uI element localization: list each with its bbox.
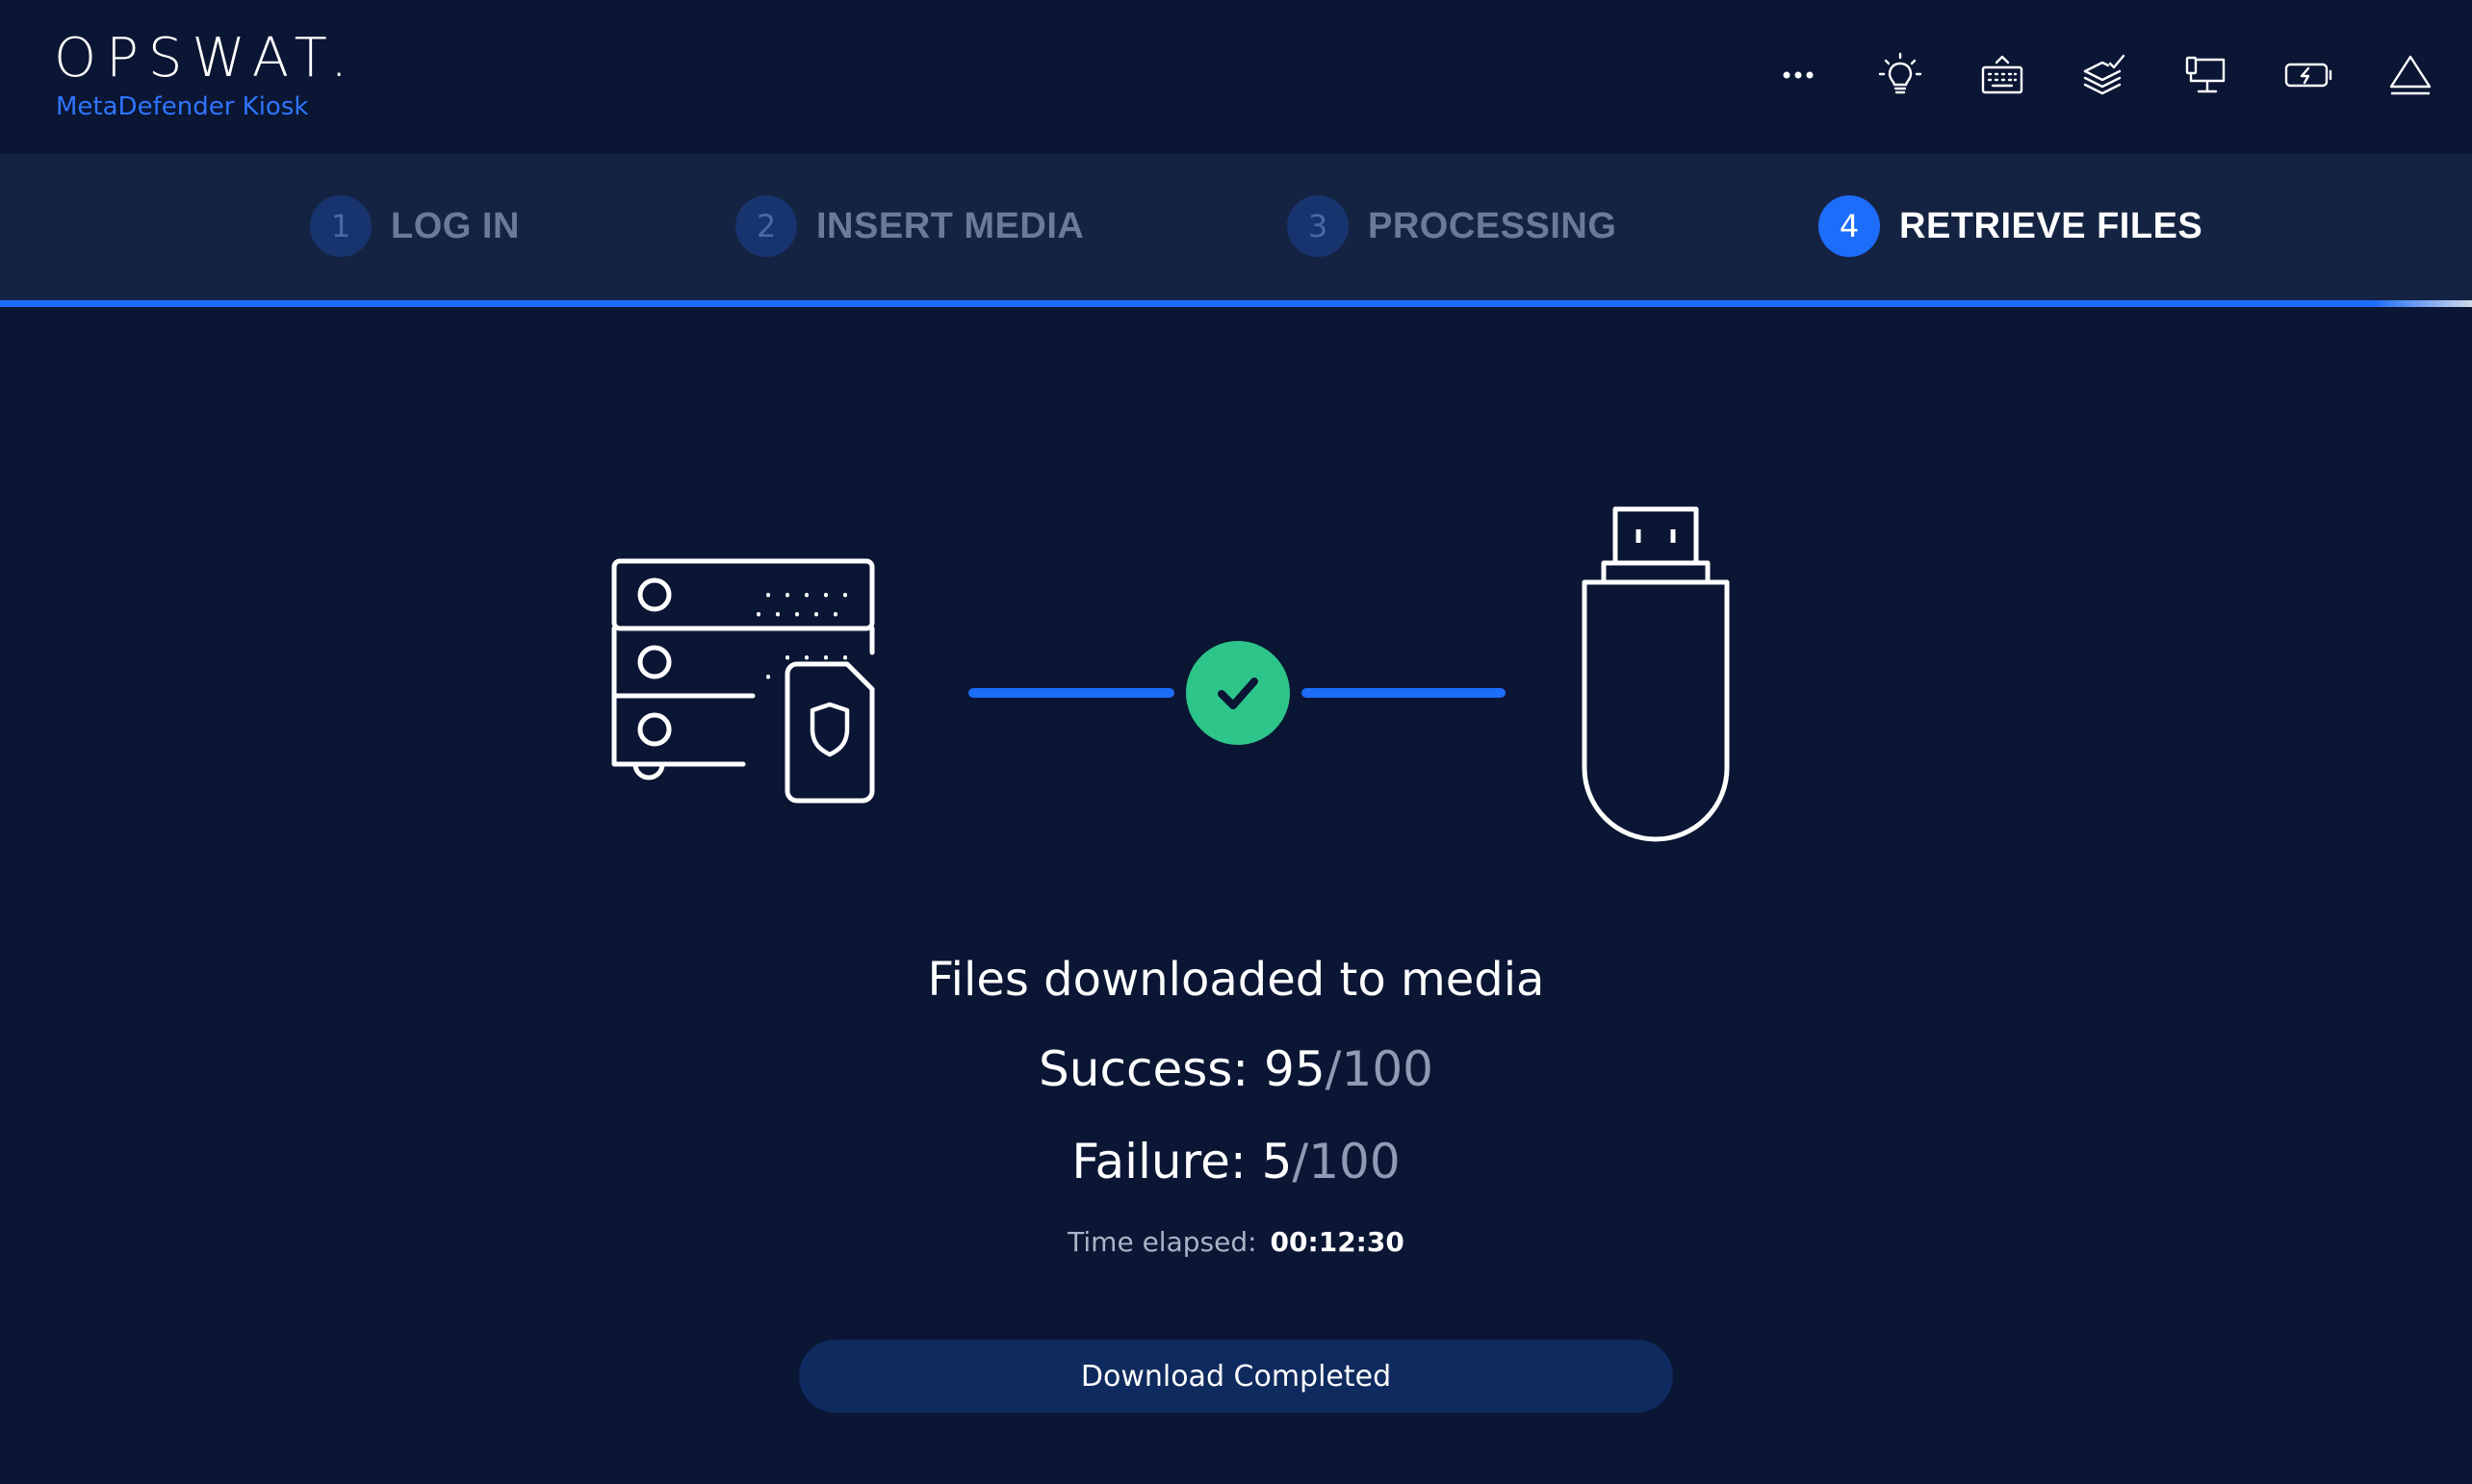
battery-button[interactable]: [2276, 42, 2341, 108]
failure-summary: Failure: 5/100: [0, 1134, 2472, 1190]
usb-drive-icon: [1582, 506, 1730, 842]
workstation-icon: [2185, 56, 2226, 93]
app-header: OPSWAT. MetaDefender Kiosk: [0, 0, 2472, 154]
lightbulb-button[interactable]: [1867, 42, 1933, 108]
keyboard-icon: [1981, 55, 2023, 94]
opswat-logo: OPSWAT.: [54, 27, 358, 90]
success-label: Success:: [1039, 1041, 1265, 1097]
check-icon: [1218, 678, 1258, 709]
header-toolbar: [1765, 42, 2443, 108]
step-number: 3: [1287, 195, 1349, 257]
workstation-button[interactable]: [2174, 42, 2239, 108]
download-completed-button[interactable]: Download Completed: [799, 1340, 1673, 1413]
progress-stepper: 1 LOG IN 2 INSERT MEDIA 3 PROCESSING 4 R…: [0, 154, 2472, 300]
more-button[interactable]: [1765, 42, 1831, 108]
step-number: 2: [735, 195, 797, 257]
step-insert-media: 2 INSERT MEDIA: [735, 194, 1084, 258]
product-name: MetaDefender Kiosk: [56, 92, 309, 121]
step-progress-bar: [0, 300, 2472, 307]
keyboard-button[interactable]: [1970, 42, 2035, 108]
server-shield-icon: [611, 558, 875, 804]
success-total: /100: [1325, 1041, 1433, 1097]
step-number: 4: [1818, 195, 1880, 257]
failure-count: 5: [1261, 1134, 1293, 1190]
layers-check-icon: [2083, 54, 2125, 95]
status-success-circle: [1186, 641, 1290, 745]
step-number: 1: [310, 195, 372, 257]
transfer-illustration: [0, 481, 2472, 866]
step-label: PROCESSING: [1368, 205, 1617, 246]
step-processing: 3 PROCESSING: [1287, 194, 1616, 258]
battery-charging-icon: [2284, 63, 2332, 88]
failure-label: Failure:: [1071, 1134, 1262, 1190]
step-retrieve-files: 4 RETRIEVE FILES: [1818, 194, 2202, 258]
step-label: RETRIEVE FILES: [1899, 205, 2203, 246]
step-log-in: 1 LOG IN: [310, 194, 520, 258]
elapsed-value: 00:12:30: [1270, 1226, 1404, 1258]
success-count: 95: [1264, 1041, 1326, 1097]
success-summary: Success: 95/100: [0, 1041, 2472, 1097]
step-label: LOG IN: [391, 205, 520, 246]
failure-total: /100: [1292, 1134, 1401, 1190]
kiosk-app: OPSWAT. MetaDefender Kiosk 1 LOG IN 2 IN…: [0, 0, 2472, 1484]
eject-button[interactable]: [2378, 42, 2443, 108]
lightbulb-icon: [1878, 52, 1922, 94]
step-label: INSERT MEDIA: [816, 205, 1085, 246]
elapsed-label: Time elapsed:: [1068, 1226, 1257, 1258]
right-connector: [1301, 688, 1506, 698]
more-icon: [1783, 71, 1814, 79]
layers-button[interactable]: [2072, 42, 2137, 108]
time-elapsed: Time elapsed: 00:12:30: [0, 1226, 2472, 1258]
left-connector: [968, 688, 1174, 698]
result-title: Files downloaded to media: [927, 953, 1545, 1007]
eject-icon: [2389, 55, 2432, 95]
